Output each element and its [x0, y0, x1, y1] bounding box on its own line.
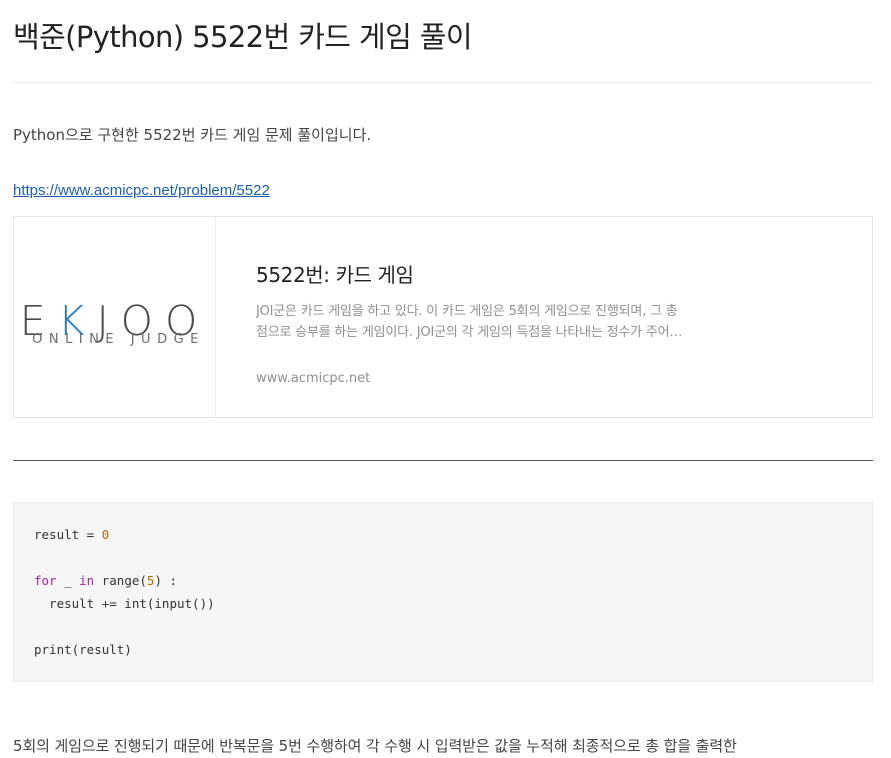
card-domain: www.acmicpc.net	[256, 371, 371, 386]
page-title: 백준(Python) 5522번 카드 게임 풀이	[13, 20, 473, 54]
body-paragraph: 5회의 게임으로 진행되기 때문에 반복문을 5번 수행하여 각 수행 시 입력…	[13, 737, 737, 755]
code-line: for _ in range(5) :	[34, 573, 178, 588]
card-description-line: 점으로 승부를 하는 게임이다. JOI군의 각 게임의 득점을 나타내는 정수…	[256, 325, 683, 340]
code-keyword: for	[34, 573, 57, 588]
code-text: ) :	[154, 573, 178, 588]
code-text: result =	[34, 527, 102, 542]
card-thumbnail: EKJOO ONLINE JUDGE	[14, 217, 216, 417]
card-description: JOI군은 카드 게임을 하고 있다. 이 카드 게임은 5회의 게임으로 진행…	[256, 301, 726, 343]
code-keyword: in	[79, 573, 95, 588]
problem-link[interactable]: https://www.acmicpc.net/problem/5522	[13, 182, 270, 199]
code-number: 0	[101, 527, 110, 542]
title-divider	[13, 82, 873, 83]
code-line: print(result)	[34, 642, 132, 657]
logo-subtitle: ONLINE JUDGE	[32, 332, 205, 347]
card-description-line: JOI군은 카드 게임을 하고 있다. 이 카드 게임은 5회의 게임으로 진행…	[256, 304, 678, 319]
intro-paragraph: Python으로 구현한 5522번 카드 게임 문제 풀이입니다.	[13, 126, 372, 144]
code-text: range(	[94, 573, 147, 588]
link-preview-card[interactable]: EKJOO ONLINE JUDGE 5522번: 카드 게임 JOI군은 카드…	[13, 216, 873, 418]
code-text: _	[56, 573, 80, 588]
code-block: result = 0 for _ in range(5) : result +=…	[13, 502, 873, 682]
horizontal-rule	[13, 460, 873, 461]
card-title: 5522번: 카드 게임	[256, 263, 414, 287]
code-line: result = 0	[34, 527, 110, 542]
code-line: result += int(input())	[34, 596, 215, 611]
